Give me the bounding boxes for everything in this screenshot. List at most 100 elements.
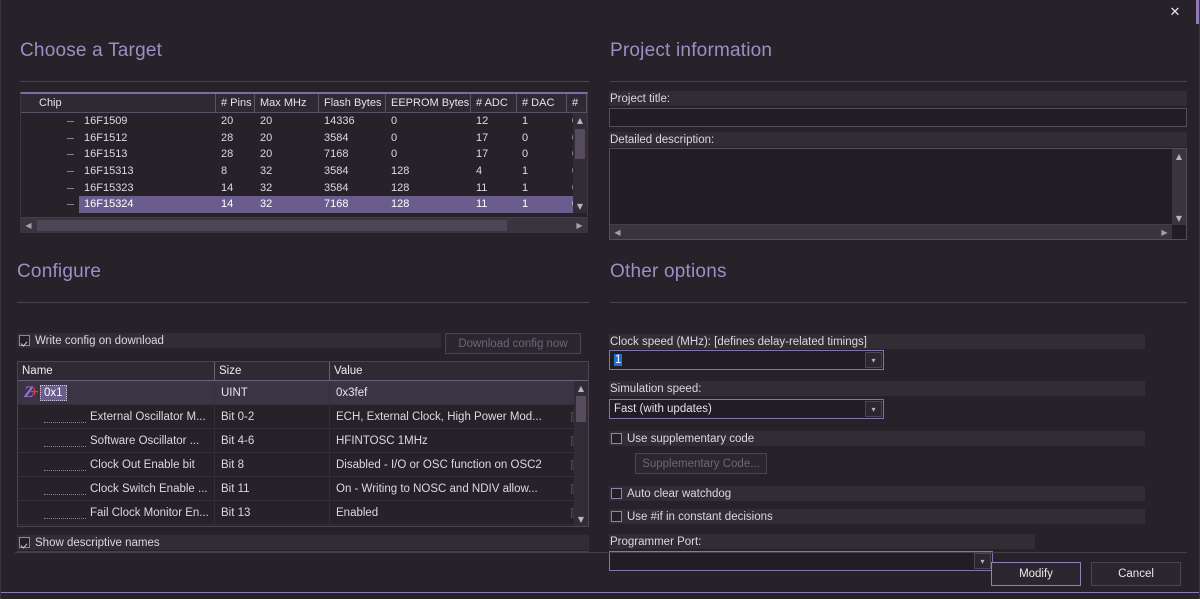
description-scroll-up-icon[interactable]: ▲ [1172, 149, 1186, 163]
configure-title: Configure [17, 261, 102, 282]
use-supplementary-code-checkbox[interactable]: Use supplementary code [609, 431, 1145, 446]
description-scroll-left-icon[interactable]: ◀ [610, 225, 625, 240]
chip-table[interactable]: Chip # Pins Max MHz Flash Bytes EEPROM B… [20, 92, 588, 233]
cancel-button[interactable]: Cancel [1091, 562, 1181, 586]
config-cell-value[interactable]: ECH, External Clock, High Power Mod...▾ [330, 405, 588, 428]
config-row[interactable]: Clock Out Enable bit Bit 8 Disabled - I/O … [18, 453, 588, 477]
config-cell-name: Fail Clock Monitor En... [18, 501, 215, 524]
table-row[interactable]: 16F15324143271681281110 [21, 195, 587, 213]
use-if-constant-decisions-checkbox[interactable]: Use #if in constant decisions [609, 509, 1145, 524]
checkbox-box-write-config[interactable] [19, 335, 30, 346]
project-title-input[interactable] [609, 108, 1187, 127]
config-col-value[interactable]: Value [330, 362, 588, 380]
description-vscroll-track[interactable] [1172, 163, 1186, 211]
checkbox-box-use-supplementary-code[interactable] [611, 433, 622, 444]
plus-icon[interactable]: + [30, 385, 39, 398]
config-vscroll-track[interactable] [574, 395, 588, 512]
chip-col-dac[interactable]: # DAC [517, 94, 567, 112]
chip-hscroll-track[interactable] [36, 219, 572, 231]
table-row[interactable]: 16F15122820358401700 [21, 130, 587, 147]
chip-col-maxmhz[interactable]: Max MHz [255, 94, 319, 112]
config-register-address[interactable]: 0x1 [40, 384, 67, 401]
config-cell-value[interactable]: Disabled - I/O or OSC function on OSC2▾ [330, 453, 588, 476]
description-scroll-right-icon[interactable]: ▶ [1157, 225, 1172, 240]
chip-horizontal-scrollbar[interactable]: ◀ ▶ [21, 217, 587, 232]
cell-pins: 14 [216, 195, 255, 213]
description-scroll-down-icon[interactable]: ▼ [1172, 211, 1186, 225]
tree-dotted-connector-icon [44, 483, 86, 495]
config-scroll-down-icon[interactable]: ▼ [574, 512, 588, 526]
chevron-down-icon-clock-speed[interactable]: ▾ [865, 352, 882, 368]
table-row[interactable]: 16F15323143235841281110 [21, 179, 587, 196]
tree-gutter [21, 179, 79, 196]
tree-branch-icon [67, 137, 74, 139]
chip-col-pins[interactable]: # Pins [216, 94, 255, 112]
table-row[interactable]: 16F150920201433601210 [21, 113, 587, 130]
simulation-speed-value[interactable]: Fast (with updates) [614, 403, 712, 415]
config-cell-value[interactable]: HFINTOSC 1MHz▾ [330, 429, 588, 452]
scroll-down-icon[interactable]: ▼ [573, 199, 587, 213]
description-vertical-scrollbar[interactable]: ▲ ▼ [1172, 149, 1186, 225]
chip-vscroll-thumb[interactable] [575, 129, 585, 159]
table-row[interactable]: 16F15132820716801700 [21, 146, 587, 163]
config-row[interactable]: Fail Clock Monitor En... Bit 13Enabled▾ [18, 501, 588, 525]
checkbox-box-use-if-constant[interactable] [611, 511, 622, 522]
detailed-description-value[interactable] [610, 149, 1172, 225]
config-col-name[interactable]: Name [18, 362, 215, 380]
chip-vscroll-track[interactable] [573, 127, 587, 199]
config-vertical-scrollbar[interactable]: ▲ ▼ [574, 381, 588, 526]
config-table[interactable]: Name Size Value Z +0x1 UINT 0x3fef External … [17, 361, 589, 527]
simulation-speed-combobox[interactable]: Fast (with updates) ▾ [609, 399, 884, 419]
cell-flash: 7168 [319, 195, 386, 213]
description-horizontal-scrollbar[interactable]: ◀ ▶ [610, 224, 1172, 239]
chip-col-extra[interactable]: # [567, 94, 587, 112]
config-cell-value[interactable]: Enabled▾ [330, 501, 588, 524]
config-row[interactable]: Z +0x1 UINT 0x3fef [18, 381, 588, 405]
scroll-up-icon[interactable]: ▲ [573, 113, 587, 127]
table-row[interactable]: 16F153138323584128410 [21, 163, 587, 180]
close-icon[interactable]: ✕ [1155, 0, 1195, 24]
cell-dac: 0 [522, 131, 529, 144]
config-table-body[interactable]: Z +0x1 UINT 0x3fef External Oscillator M... B… [18, 381, 588, 526]
auto-clear-watchdog-checkbox[interactable]: Auto clear watchdog [609, 486, 1145, 501]
tree-gutter [21, 163, 79, 180]
cell-adc: 12 [476, 115, 489, 128]
cell-adc: 11 [471, 195, 517, 213]
config-value-text: 0x3fef [336, 386, 368, 399]
chip-col-flash[interactable]: Flash Bytes [319, 94, 386, 112]
config-col-size[interactable]: Size [215, 362, 330, 380]
description-hscroll-track[interactable] [625, 227, 1157, 238]
programmer-port-label: Programmer Port: [610, 535, 702, 548]
programmer-port-combobox[interactable]: ▾ [609, 551, 993, 571]
checkbox-box-show-descriptive-names[interactable] [19, 537, 30, 548]
config-row[interactable]: Clock Switch Enable ... Bit 11 On - Writin… [18, 477, 588, 501]
chip-table-body[interactable]: 16F1509 20 20 14336 0 12 1 0 16F1512 28 20 3584 0 17 0… [21, 113, 587, 213]
config-scroll-up-icon[interactable]: ▲ [574, 381, 588, 395]
clock-speed-value[interactable]: 1 [614, 354, 623, 366]
chip-col-eeprom[interactable]: EEPROM Bytes [386, 94, 471, 112]
supplementary-code-button[interactable]: Supplementary Code... [635, 453, 767, 474]
chip-col-adc[interactable]: # ADC [471, 94, 517, 112]
modify-button[interactable]: Modify [991, 562, 1081, 586]
checkbox-box-auto-clear-watchdog[interactable] [611, 488, 622, 499]
chip-col-chip[interactable]: Chip [21, 94, 216, 112]
scroll-right-icon[interactable]: ▶ [572, 218, 587, 233]
show-descriptive-names-checkbox[interactable]: Show descriptive names [17, 535, 589, 550]
write-config-on-download-checkbox[interactable]: Write config on download [17, 333, 441, 348]
download-config-now-button[interactable]: Download config now [445, 333, 581, 354]
chip-vertical-scrollbar[interactable]: ▲ ▼ [573, 113, 587, 213]
chevron-down-icon-simulation-speed[interactable]: ▾ [865, 401, 882, 417]
clock-speed-combobox[interactable]: 1 ▾ [609, 350, 884, 370]
cell-flash: 3584 [324, 131, 349, 144]
cell-adc: 17 [476, 148, 489, 161]
config-row[interactable]: External Oscillator M... Bit 0-2 ECH, Exte… [18, 405, 588, 429]
chip-hscroll-thumb[interactable] [37, 219, 507, 231]
target-configuration-dialog: ✕ Choose a Target Chip # Pins Max MHz Fl… [0, 0, 1200, 599]
config-vscroll-thumb[interactable] [576, 396, 586, 422]
detailed-description-textarea[interactable]: ▲ ▼ ◀ ▶ [609, 148, 1187, 240]
scroll-left-icon[interactable]: ◀ [21, 218, 36, 233]
chevron-down-icon-programmer-port[interactable]: ▾ [974, 553, 991, 569]
config-row[interactable]: Software Oscillator ... Bit 4-6 HFINTOSC 1… [18, 429, 588, 453]
tree-dotted-connector-icon [44, 411, 86, 423]
config-cell-value[interactable]: On - Writing to NOSC and NDIV allow...▾ [330, 477, 588, 500]
